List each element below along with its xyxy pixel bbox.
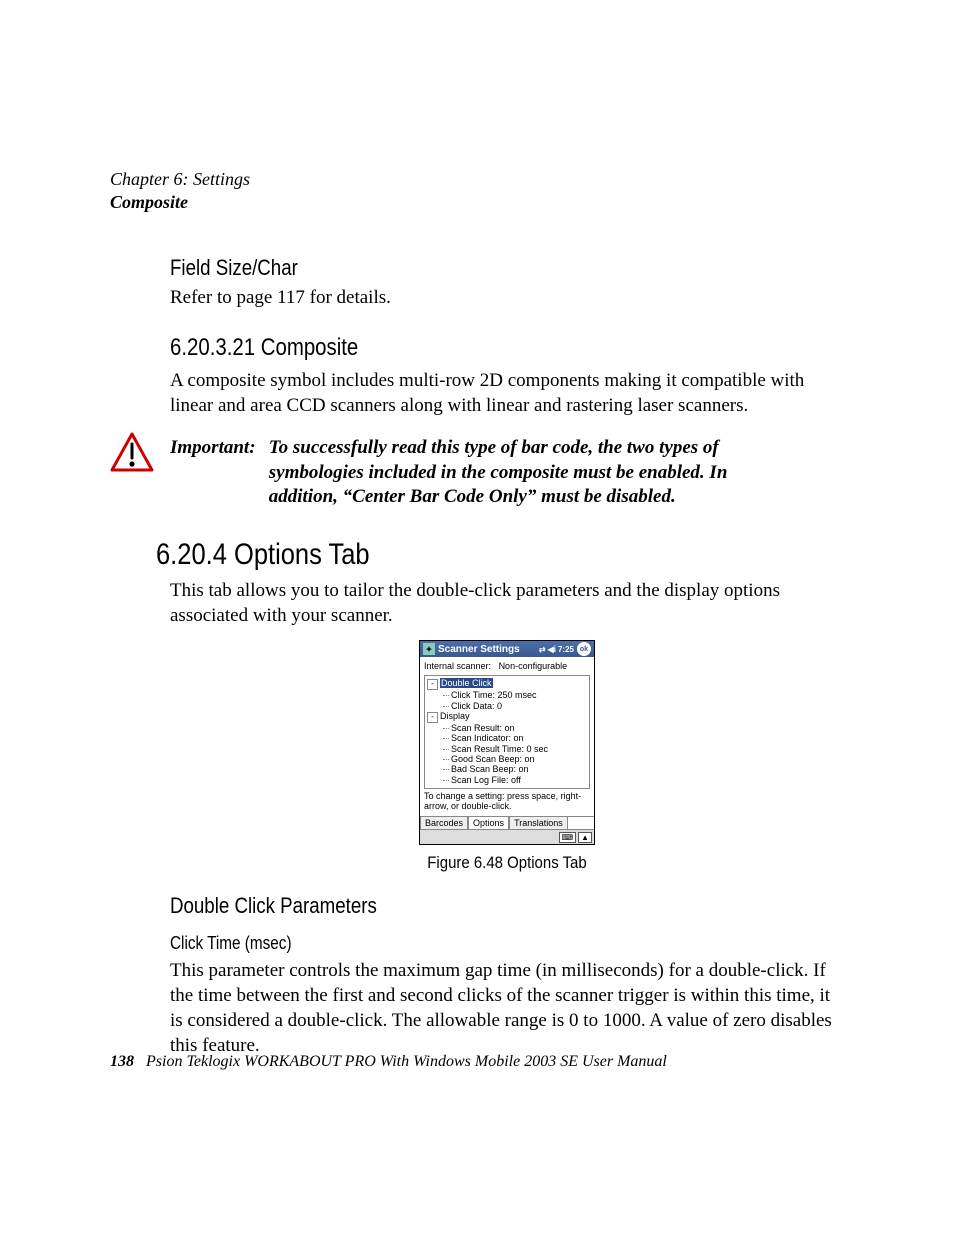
important-label: Important: bbox=[170, 436, 264, 461]
sip-bar: ⌨ ▲ bbox=[420, 829, 594, 844]
chapter-line: Chapter 6: Settings bbox=[110, 169, 250, 189]
footer-text: Psion Teklogix WORKABOUT PRO With Window… bbox=[146, 1053, 667, 1070]
body-composite: A composite symbol includes multi-row 2D… bbox=[170, 368, 844, 418]
tab-translations[interactable]: Translations bbox=[509, 817, 568, 829]
expander-icon[interactable]: - bbox=[427, 712, 438, 723]
up-arrow-icon[interactable]: ▲ bbox=[578, 832, 592, 843]
window-titlebar: ✦ Scanner Settings ⇄ ◀ἰ 7:25 ok bbox=[420, 641, 594, 657]
important-note: Important: To successfully read this typ… bbox=[170, 436, 844, 510]
tab-strip: Barcodes Options Translations bbox=[420, 816, 594, 829]
settings-hint: To change a setting: press space, right-… bbox=[424, 792, 590, 812]
ok-button[interactable]: ok bbox=[577, 642, 591, 656]
status-label: Internal scanner: bbox=[424, 661, 491, 671]
figure-options-tab: ✦ Scanner Settings ⇄ ◀ἰ 7:25 ok Internal… bbox=[170, 640, 844, 873]
scanner-status: Internal scanner: Non-configurable bbox=[424, 661, 590, 671]
heading-field-size-char: Field Size/Char bbox=[170, 255, 743, 281]
screenshot-scanner-settings: ✦ Scanner Settings ⇄ ◀ἰ 7:25 ok Internal… bbox=[419, 640, 595, 845]
tree-node-display[interactable]: Display bbox=[440, 711, 470, 721]
tree-leaf-scan-indicator[interactable]: Scan Indicator: on bbox=[451, 733, 587, 743]
tree-leaf-scan-result[interactable]: Scan Result: on bbox=[451, 723, 587, 733]
tree-leaf-scan-result-time[interactable]: Scan Result Time: 0 sec bbox=[451, 744, 587, 754]
tree-leaf-good-scan-beep[interactable]: Good Scan Beep: on bbox=[451, 754, 587, 764]
page-footer: 138 Psion Teklogix WORKABOUT PRO With Wi… bbox=[110, 1053, 667, 1071]
tab-options[interactable]: Options bbox=[468, 817, 509, 829]
tree-leaf-scan-log-file[interactable]: Scan Log File: off bbox=[451, 775, 587, 785]
body-click-time: This parameter controls the maximum gap … bbox=[170, 958, 844, 1058]
keyboard-icon[interactable]: ⌨ bbox=[559, 832, 577, 843]
heading-options-tab: 6.20.4 Options Tab bbox=[156, 538, 741, 572]
section-line: Composite bbox=[110, 192, 188, 212]
window-title: Scanner Settings bbox=[438, 644, 520, 655]
heading-double-click-parameters: Double Click Parameters bbox=[170, 893, 743, 919]
heading-composite: 6.20.3.21 Composite bbox=[170, 334, 743, 362]
heading-click-time: Click Time (msec) bbox=[170, 933, 743, 954]
tree-node-double-click[interactable]: Double Click bbox=[440, 678, 493, 688]
expander-icon[interactable]: - bbox=[427, 679, 438, 690]
speaker-icon: ◀ἰ bbox=[548, 645, 556, 654]
settings-tree[interactable]: -Double Click Click Time: 250 msec Click… bbox=[424, 675, 590, 789]
status-value: Non-configurable bbox=[499, 661, 568, 671]
important-body: To successfully read this type of bar co… bbox=[269, 436, 799, 510]
connectivity-icon: ⇄ bbox=[539, 645, 546, 654]
tree-leaf-click-time[interactable]: Click Time: 250 msec bbox=[451, 690, 587, 700]
running-head: Chapter 6: Settings Composite bbox=[110, 168, 844, 215]
tree-leaf-bad-scan-beep[interactable]: Bad Scan Beep: on bbox=[451, 764, 587, 774]
tree-leaf-click-data[interactable]: Click Data: 0 bbox=[451, 701, 587, 711]
warning-icon bbox=[110, 432, 170, 477]
figure-caption: Figure 6.48 Options Tab bbox=[210, 853, 803, 873]
body-field-size-char: Refer to page 117 for details. bbox=[170, 285, 844, 310]
body-options-tab: This tab allows you to tailor the double… bbox=[170, 578, 844, 628]
app-icon: ✦ bbox=[423, 643, 435, 655]
clock-time: 7:25 bbox=[558, 645, 574, 654]
status-icons: ⇄ ◀ἰ 7:25 bbox=[539, 645, 574, 654]
tab-barcodes[interactable]: Barcodes bbox=[420, 817, 468, 829]
page-number: 138 bbox=[110, 1053, 134, 1070]
